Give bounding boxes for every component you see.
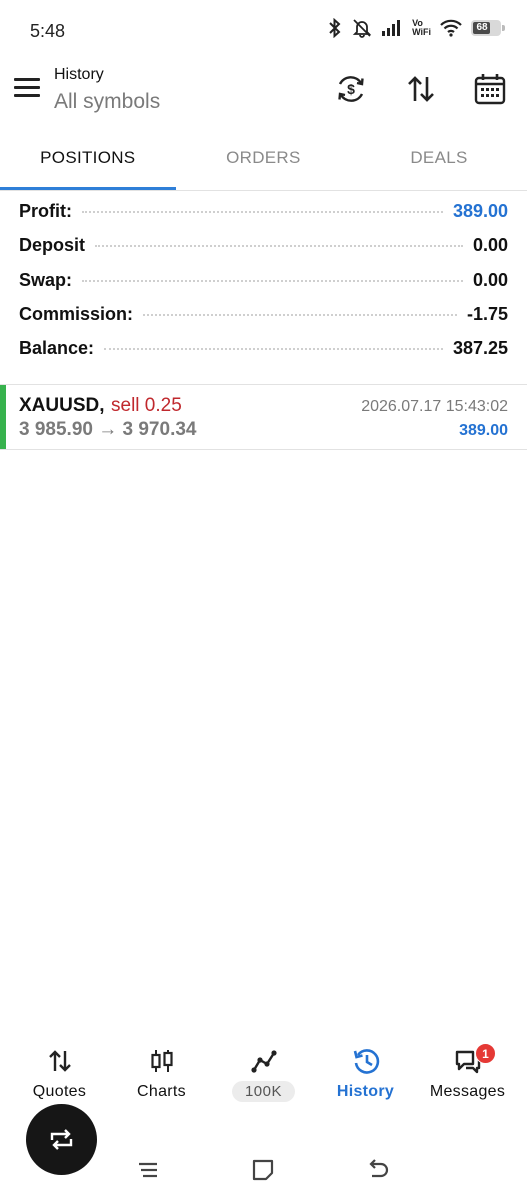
history-summary: Profit: 389.00 Deposit 0.00 Swap: 0.00 C… <box>0 201 527 372</box>
system-nav-bar <box>0 1150 527 1190</box>
tab-orders[interactable]: ORDERS <box>176 126 352 190</box>
battery-indicator: 68 <box>471 20 505 36</box>
summary-value: 387.25 <box>452 338 508 359</box>
dotted-leader <box>82 211 443 213</box>
summary-label: Commission: <box>19 303 134 324</box>
dotted-leader <box>95 245 463 248</box>
dotted-leader <box>143 313 457 316</box>
sort-icon[interactable] <box>404 72 438 106</box>
summary-value: 0.00 <box>472 235 508 256</box>
position-marker <box>0 385 6 449</box>
trade-line-icon <box>250 1050 277 1073</box>
messages-badge: 1 <box>475 1043 496 1064</box>
candlestick-icon <box>150 1050 173 1072</box>
position-divider <box>0 449 527 450</box>
symbol-filter[interactable]: All symbols <box>54 90 160 114</box>
nav-label: History <box>336 1083 395 1100</box>
vowifi-line2: WiFi <box>412 27 431 37</box>
nav-pill-label: 100K <box>231 1081 296 1102</box>
nav-messages[interactable]: 1 Messages <box>415 1036 520 1110</box>
signal-icon <box>382 20 401 36</box>
nav-history[interactable]: History <box>313 1036 418 1110</box>
position-profit: 389.00 <box>459 422 508 439</box>
battery-tip <box>502 25 505 31</box>
page-title: History <box>54 66 104 83</box>
back-icon[interactable] <box>363 1156 391 1184</box>
summary-label: Swap: <box>19 269 73 290</box>
tab-deals[interactable]: DEALS <box>351 126 527 190</box>
status-icons: Vo WiFi 68 <box>327 18 505 38</box>
summary-label: Balance: <box>19 338 95 359</box>
summary-value: 0.00 <box>472 269 508 290</box>
summary-row-swap: Swap: 0.00 <box>0 270 527 304</box>
swap-trade-icon <box>50 1129 73 1150</box>
recent-apps-icon[interactable] <box>134 1156 162 1184</box>
app-header: History All symbols $ <box>0 56 527 126</box>
nav-quotes[interactable]: Quotes <box>7 1036 112 1110</box>
nav-label: Charts <box>137 1083 186 1100</box>
position-symbol: XAUUSD, <box>19 395 105 416</box>
bluetooth-icon <box>329 18 341 38</box>
currency-refresh-icon[interactable]: $ <box>334 72 368 106</box>
wifi-icon <box>440 19 462 37</box>
battery-level: 68 <box>476 22 488 33</box>
svg-text:$: $ <box>347 81 355 97</box>
tab-positions[interactable]: POSITIONS <box>0 126 176 190</box>
summary-row-commission: Commission: -1.75 <box>0 304 527 338</box>
dotted-leader <box>104 348 443 351</box>
summary-value: -1.75 <box>466 303 508 324</box>
nav-trade[interactable]: 100K <box>211 1036 316 1110</box>
summary-value: 389.00 <box>452 201 508 221</box>
tabs-divider <box>0 190 527 191</box>
calendar-icon[interactable] <box>473 72 507 106</box>
nav-label: Messages <box>429 1083 506 1100</box>
home-icon[interactable] <box>249 1156 277 1184</box>
status-time: 5:48 <box>30 21 66 41</box>
summary-row-balance: Balance: 387.25 <box>0 338 527 372</box>
vowifi-indicator: Vo WiFi <box>412 19 431 37</box>
nav-charts[interactable]: Charts <box>109 1036 214 1110</box>
history-tabs: POSITIONS ORDERS DEALS <box>0 126 527 190</box>
bottom-nav: Quotes Charts 100K History 1 Messages <box>0 1036 527 1110</box>
summary-label: Profit: <box>19 201 72 221</box>
history-clock-icon <box>353 1049 379 1074</box>
summary-label: Deposit <box>19 235 86 256</box>
nav-label: Quotes <box>32 1083 87 1100</box>
position-row[interactable]: XAUUSD, sell 0.25 3 985.90 → 3 970.34 20… <box>0 385 527 449</box>
summary-row-deposit: Deposit 0.00 <box>0 235 527 269</box>
position-side: sell 0.25 <box>111 395 182 416</box>
quotes-arrows-icon <box>48 1050 71 1072</box>
bell-muted-icon <box>352 19 372 38</box>
summary-row-profit: Profit: 389.00 <box>0 201 527 235</box>
position-time: 2026.07.17 15:43:02 <box>361 398 508 415</box>
menu-icon[interactable] <box>14 78 40 98</box>
position-prices: 3 985.90 → 3 970.34 <box>19 419 197 440</box>
dotted-leader <box>82 279 463 282</box>
status-bar: 5:48 Vo WiFi 68 <box>0 0 527 64</box>
